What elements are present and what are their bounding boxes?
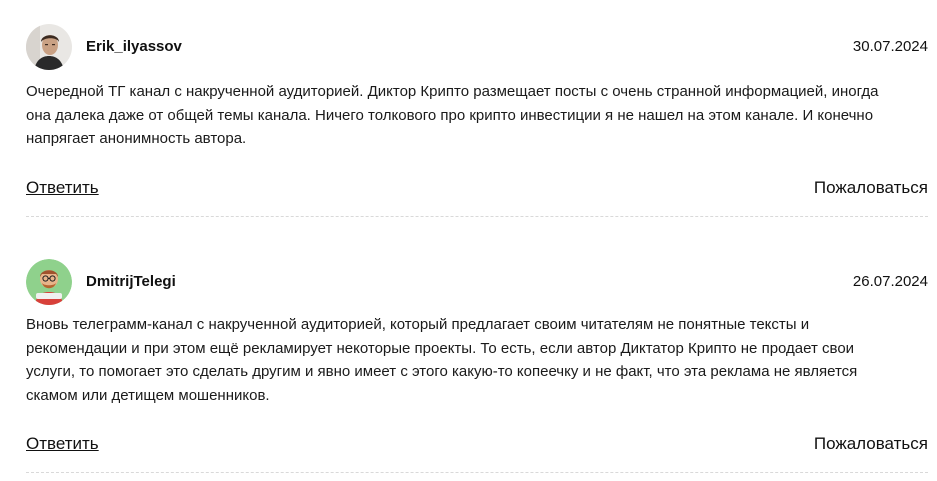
reply-link[interactable]: Ответить [26, 434, 99, 454]
reply-link[interactable]: Ответить [26, 178, 99, 198]
comments-list: Erik_ilyassov 30.07.2024 Очередной ТГ ка… [0, 0, 937, 481]
comment-item: DmitrijTelegi 26.07.2024 Вновь телеграмм… [26, 257, 928, 473]
comment-divider [26, 216, 928, 217]
user-photo-icon [26, 24, 72, 70]
comment-date: 26.07.2024 [852, 273, 928, 290]
comment-header: Erik_ilyassov 30.07.2024 [26, 22, 928, 72]
comment-actions: Ответить Пожаловаться [26, 178, 928, 198]
report-link[interactable]: Пожаловаться [814, 178, 928, 198]
comment-text: Очередной ТГ канал с накрученной аудитор… [26, 83, 879, 147]
user-avatar[interactable] [26, 24, 72, 70]
comment-header: DmitrijTelegi 26.07.2024 [26, 257, 928, 307]
comment-text: Вновь телеграмм-канал с накрученной ауди… [26, 316, 858, 404]
comment-item: Erik_ilyassov 30.07.2024 Очередной ТГ ка… [26, 22, 928, 217]
comment-author: Erik_ilyassov [86, 38, 182, 55]
cartoon-avatar-icon [26, 259, 72, 305]
comment-date: 30.07.2024 [852, 38, 928, 55]
comment-divider [26, 472, 928, 473]
comment-author: DmitrijTelegi [86, 273, 176, 290]
report-link[interactable]: Пожаловаться [814, 434, 928, 454]
user-avatar[interactable] [26, 259, 72, 305]
comment-actions: Ответить Пожаловаться [26, 434, 928, 454]
